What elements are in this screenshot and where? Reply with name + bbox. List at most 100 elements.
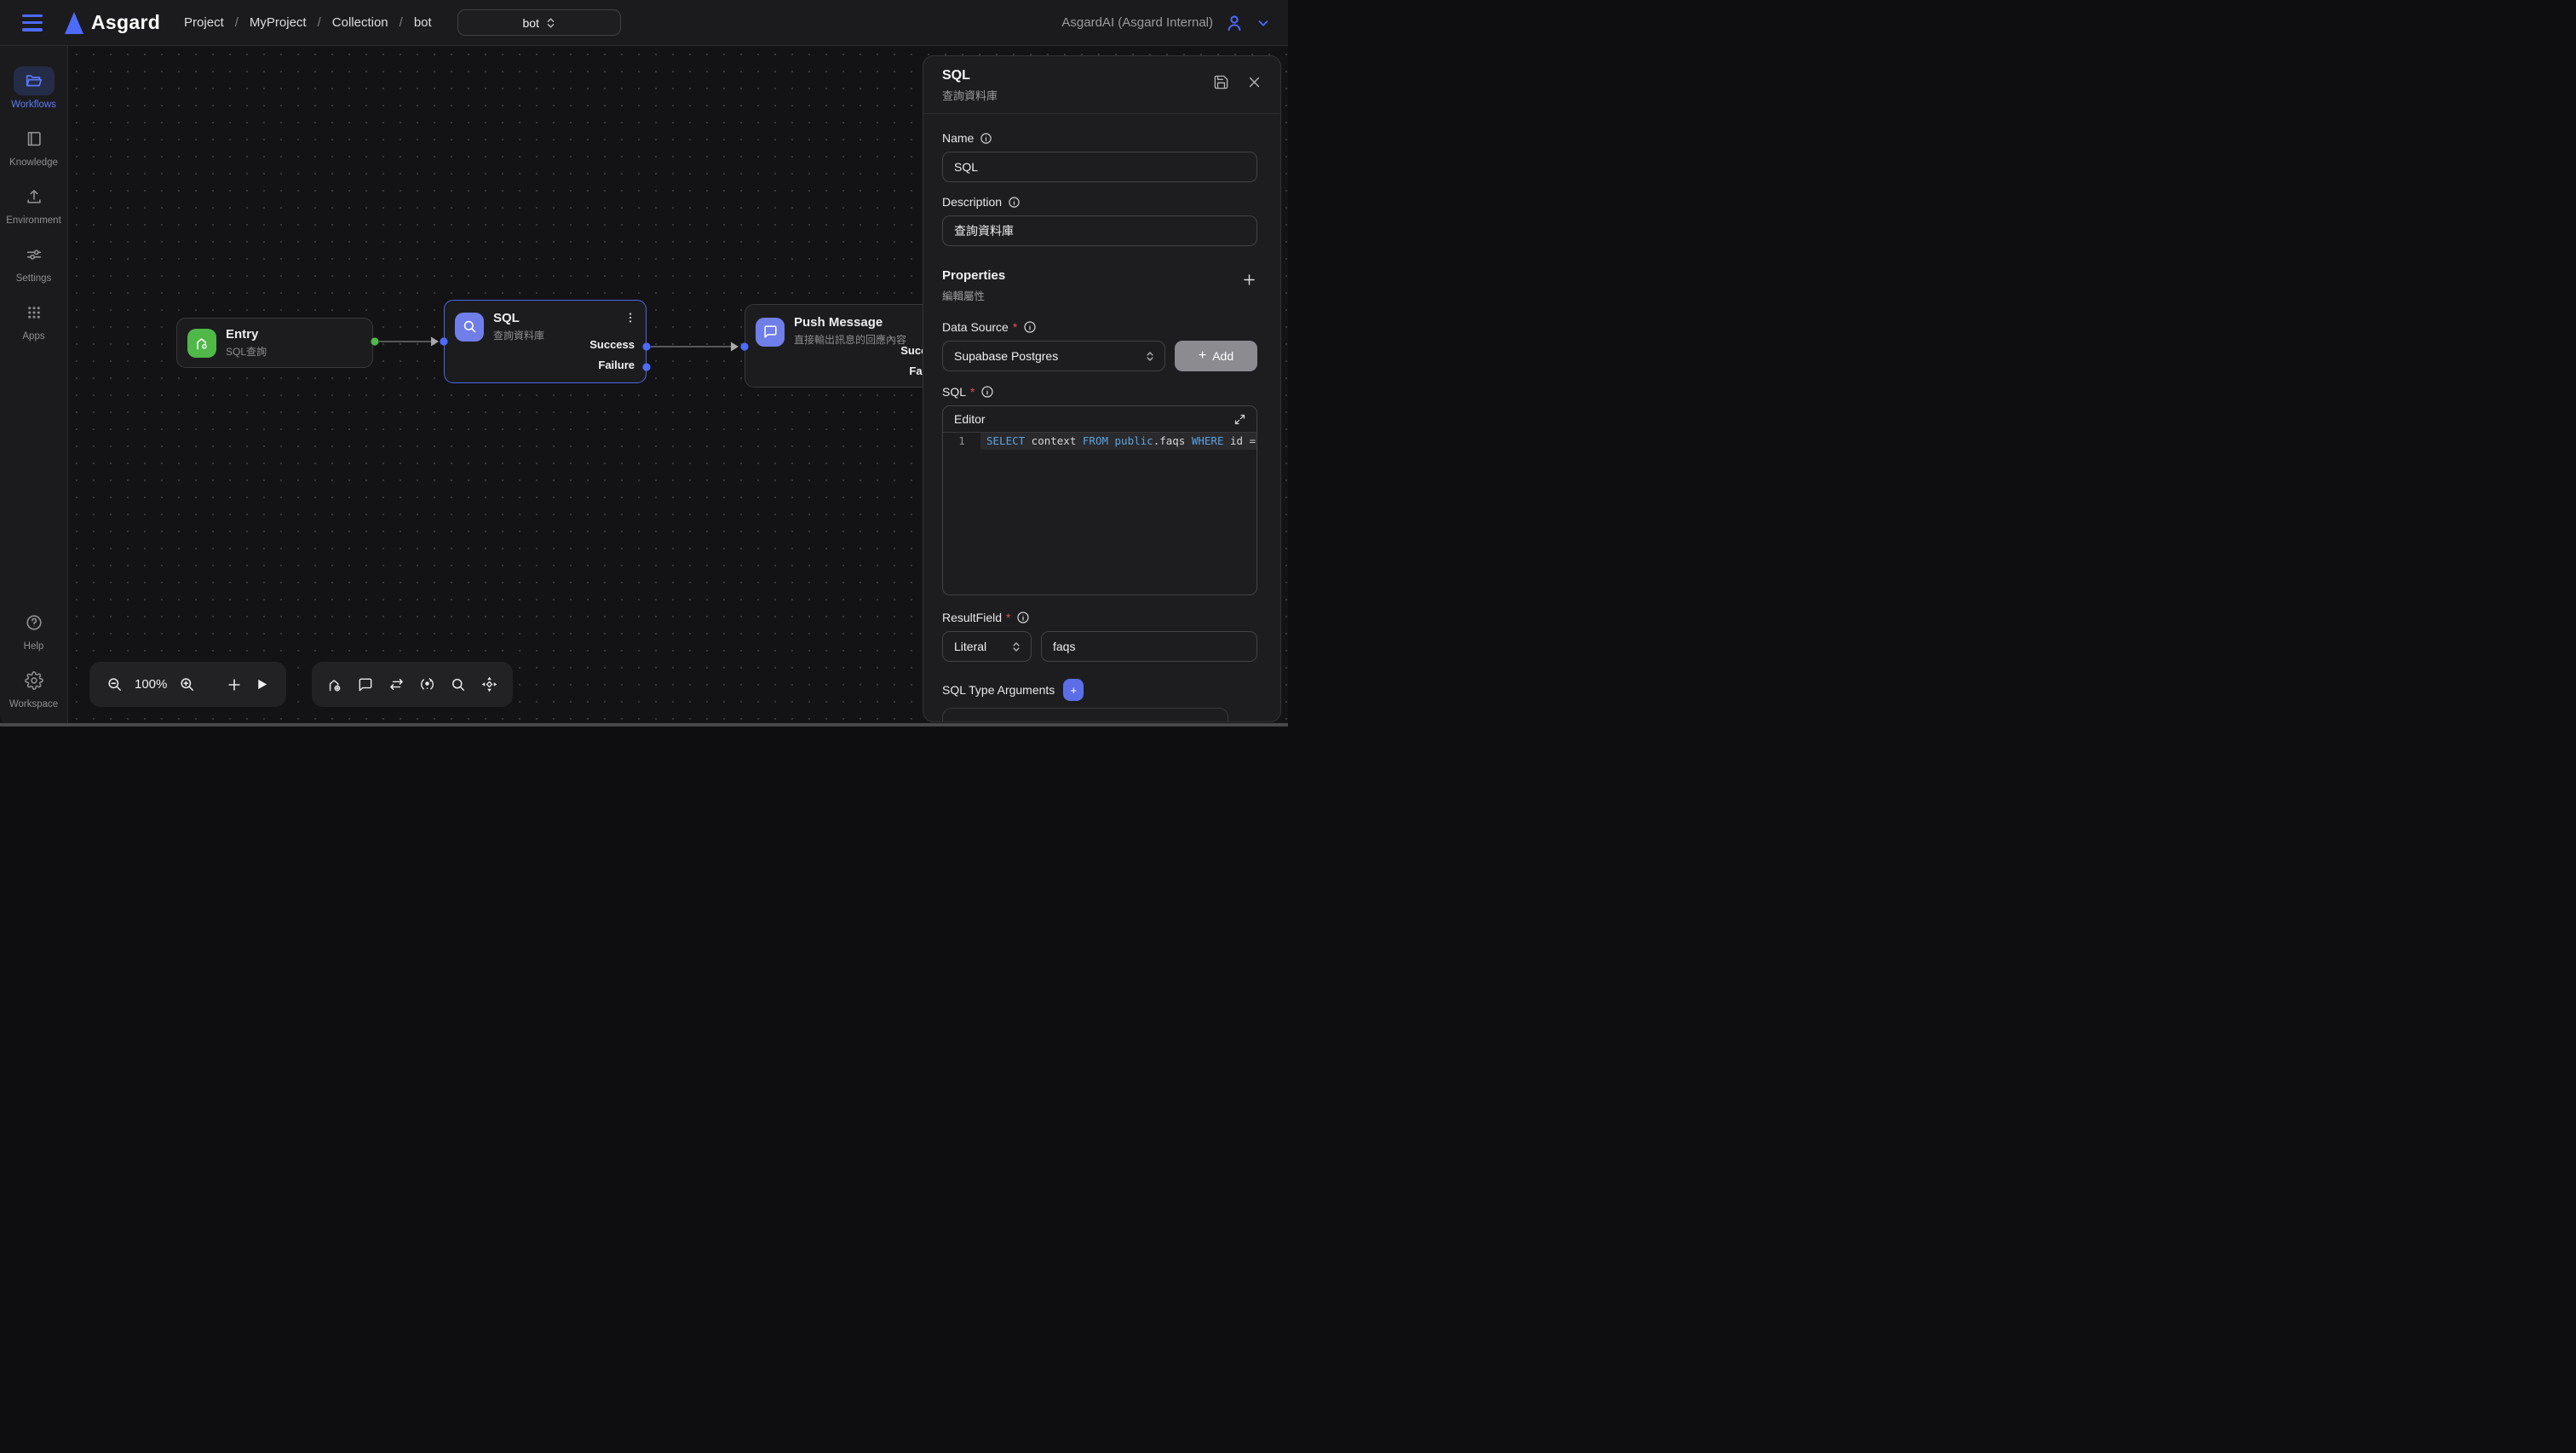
sidebar-item-help[interactable]: Help — [0, 608, 67, 652]
sql-type-arguments-label: SQL Type Arguments — [942, 683, 1055, 697]
breadcrumb-separator: / — [400, 15, 403, 30]
upload-icon — [25, 187, 43, 206]
port-label-failure[interactable]: Failure — [598, 359, 635, 371]
node-palette-toolbar — [312, 662, 513, 707]
node-title: SQL — [493, 311, 544, 325]
add-property-icon[interactable] — [1241, 272, 1257, 288]
sql-type-arguments-row: SQL Type Arguments + — [942, 679, 1257, 701]
editor-title: Editor — [954, 412, 986, 426]
app-window: Asgard Project / MyProject / Collection … — [0, 0, 1288, 726]
user-icon[interactable] — [1224, 13, 1245, 33]
result-field-label: ResultField — [942, 611, 1002, 624]
data-source-label-row: Data Source * — [942, 320, 1257, 334]
workflow-select-value: bot — [522, 16, 538, 30]
triangle-logo-icon — [65, 12, 83, 34]
description-label: Description — [942, 195, 1002, 209]
chevron-down-icon[interactable] — [1256, 15, 1271, 31]
node-menu-icon[interactable] — [624, 311, 637, 324]
result-field-mode-select[interactable]: Literal — [942, 631, 1032, 662]
sidebar-item-knowledge[interactable]: Knowledge — [0, 124, 67, 168]
properties-header: Properties 編輯屬性 — [942, 268, 1257, 303]
breadcrumb-collection[interactable]: Collection — [332, 15, 388, 30]
brand-name: Asgard — [91, 11, 160, 34]
close-icon[interactable] — [1247, 75, 1262, 89]
entry-node-tool-icon[interactable] — [326, 676, 343, 693]
result-field-row: Literal — [942, 631, 1257, 662]
ai-bulb-tool-icon[interactable] — [418, 675, 436, 693]
name-label-row: Name — [942, 131, 1257, 145]
workflow-select[interactable]: bot — [457, 9, 621, 36]
help-icon — [25, 613, 43, 632]
required-marker: * — [1013, 320, 1017, 334]
name-label: Name — [942, 131, 974, 145]
sidebar-item-label: Workflows — [11, 100, 56, 110]
sidebar-item-label: Workspace — [9, 699, 58, 709]
breadcrumb-bot[interactable]: bot — [414, 15, 432, 30]
dispatch-diamond-tool-icon[interactable] — [480, 675, 498, 693]
node-subtitle: SQL查詢 — [226, 344, 267, 359]
info-icon[interactable] — [1016, 611, 1030, 624]
description-input[interactable] — [942, 215, 1257, 246]
breadcrumb-project[interactable]: Project — [184, 15, 224, 30]
sql-type-argument-box[interactable] — [942, 708, 1228, 722]
select-chevrons-icon — [1146, 351, 1154, 362]
message-node-tool-icon[interactable] — [357, 676, 374, 693]
sidebar-item-workflows[interactable]: Workflows — [0, 66, 67, 110]
info-icon[interactable] — [1023, 320, 1037, 334]
select-chevrons-icon — [1012, 641, 1021, 652]
book-icon — [25, 129, 43, 148]
node-sql[interactable]: SQL 查詢資料庫 Success Failure — [444, 300, 647, 383]
breadcrumb: Project / MyProject / Collection / bot — [184, 15, 432, 30]
info-icon[interactable] — [980, 385, 994, 399]
info-icon[interactable] — [1008, 196, 1021, 209]
left-sidebar: Workflows Knowledge Environment Settings… — [0, 46, 68, 726]
sidebar-item-label: Environment — [6, 215, 61, 226]
line-number: 1 — [943, 433, 980, 450]
node-entry[interactable]: Entry SQL查詢 — [176, 318, 373, 368]
run-icon[interactable] — [255, 677, 269, 692]
sidebar-item-workspace[interactable]: Workspace — [0, 666, 67, 709]
search-tool-icon[interactable] — [450, 676, 467, 693]
brand-logo[interactable]: Asgard — [65, 11, 160, 34]
sidebar-item-settings[interactable]: Settings — [0, 240, 67, 284]
sql-node-icon — [455, 313, 484, 342]
sql-label: SQL — [942, 385, 966, 399]
zoom-out-icon[interactable] — [106, 676, 123, 692]
result-field-mode: Literal — [954, 640, 986, 653]
plus-icon: + — [1199, 348, 1206, 364]
menu-icon[interactable] — [22, 14, 44, 32]
sidebar-item-label: Apps — [22, 331, 44, 342]
breadcrumb-myproject[interactable]: MyProject — [250, 15, 307, 30]
sql-code: SELECT context FROM public.faqs WHERE id… — [980, 433, 1257, 450]
port-label-success[interactable]: Success — [589, 338, 635, 351]
sidebar-item-apps[interactable]: Apps — [0, 298, 67, 342]
required-marker: * — [1006, 611, 1010, 624]
node-title: Entry — [226, 327, 267, 342]
sql-editor-body[interactable]: 1 SELECT context FROM public.faqs WHERE … — [943, 433, 1256, 594]
sidebar-item-label: Help — [24, 641, 44, 652]
add-sql-type-argument-button[interactable]: + — [1063, 679, 1084, 701]
top-navbar: Asgard Project / MyProject / Collection … — [0, 0, 1288, 46]
push-message-node-icon — [756, 318, 785, 347]
add-icon[interactable] — [226, 676, 243, 693]
data-source-row: Supabase Postgres + Add — [942, 341, 1257, 371]
breadcrumb-separator: / — [318, 15, 321, 30]
sidebar-item-label: Knowledge — [9, 158, 58, 168]
save-icon[interactable] — [1213, 74, 1229, 90]
sql-label-row: SQL * — [942, 385, 1257, 399]
node-subtitle: 直接輸出訊息的回應內容 — [794, 332, 906, 348]
add-data-source-button[interactable]: + Add — [1175, 341, 1257, 371]
info-icon[interactable] — [980, 132, 992, 145]
data-source-select[interactable]: Supabase Postgres — [942, 341, 1165, 371]
name-input[interactable] — [942, 152, 1257, 182]
swap-arrows-tool-icon[interactable] — [388, 675, 405, 693]
result-field-input[interactable] — [1041, 631, 1257, 662]
expand-icon[interactable] — [1233, 413, 1246, 426]
panel-title: SQL — [942, 68, 998, 83]
entry-node-icon — [187, 329, 216, 358]
folder-icon — [25, 72, 43, 90]
sql-editor: Editor 1 SELECT context FROM public.faqs… — [942, 405, 1257, 595]
panel-header: SQL 查詢資料庫 — [923, 56, 1280, 114]
zoom-in-icon[interactable] — [179, 676, 195, 692]
sidebar-item-environment[interactable]: Environment — [0, 182, 67, 226]
